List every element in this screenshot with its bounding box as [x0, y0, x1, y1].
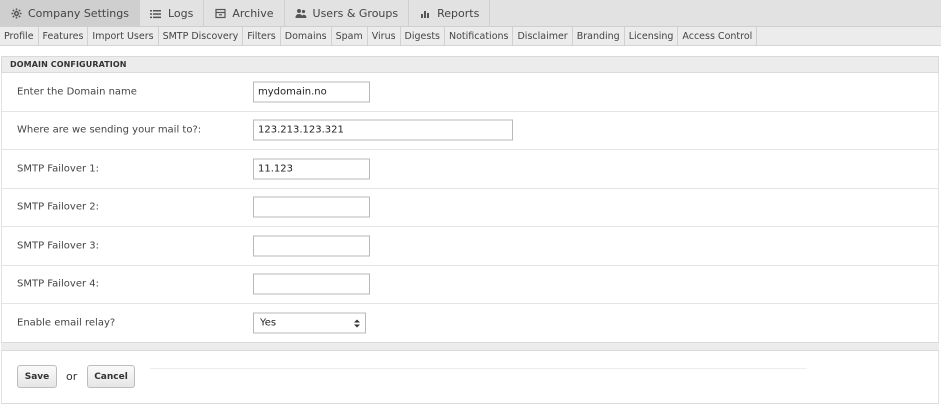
tab-users-groups[interactable]: Users & Groups [285, 0, 410, 27]
tab-label: Company Settings [28, 7, 129, 20]
top-tab-bar: Company Settings Logs Archive Users & Gr… [0, 0, 941, 27]
subnav-notifications[interactable]: Notifications [445, 27, 514, 46]
form-row: SMTP Failover 3: [2, 227, 938, 266]
subnav-domains[interactable]: Domains [281, 27, 332, 46]
domain-name-label: Enter the Domain name [17, 86, 137, 98]
divider [150, 368, 807, 369]
domain-name-input[interactable] [253, 81, 370, 103]
cancel-button[interactable]: Cancel [87, 365, 135, 388]
smtp-failover-1-label: SMTP Failover 1: [17, 163, 100, 175]
form-row: SMTP Failover 2: [2, 189, 938, 227]
tab-logs[interactable]: Logs [140, 0, 205, 27]
tab-label: Reports [437, 7, 480, 20]
email-relay-label: Enable email relay? [17, 317, 116, 329]
form-row: SMTP Failover 1: [2, 150, 938, 189]
tab-reports[interactable]: Reports [409, 0, 491, 27]
subnav-licensing[interactable]: Licensing [625, 27, 679, 46]
archive-icon [214, 8, 226, 20]
form-row: Where are we sending your mail to?: [2, 112, 938, 150]
smtp-failover-4-label: SMTP Failover 4: [17, 278, 100, 290]
destination-label: Where are we sending your mail to?: [17, 124, 202, 136]
gear-icon [10, 8, 22, 20]
subnav-import-users[interactable]: Import Users [88, 27, 159, 46]
destination-input[interactable] [253, 119, 513, 141]
subnav-features[interactable]: Features [39, 27, 89, 46]
tab-label: Users & Groups [312, 7, 399, 20]
form-row: SMTP Failover 4: [2, 266, 938, 304]
smtp-failover-4-input[interactable] [253, 273, 370, 295]
domain-config-form: Enter the Domain name Where are we sendi… [1, 73, 939, 343]
smtp-failover-3-input[interactable] [253, 235, 370, 257]
smtp-failover-1-input[interactable] [253, 158, 370, 180]
tab-label: Logs [167, 7, 194, 20]
users-icon [295, 8, 307, 20]
smtp-failover-2-input[interactable] [253, 196, 370, 218]
sub-navigation: Profile Features Import Users SMTP Disco… [0, 27, 941, 46]
tab-label: Archive [232, 7, 274, 20]
subnav-access-control[interactable]: Access Control [678, 27, 758, 46]
subnav-branding[interactable]: Branding [573, 27, 625, 46]
smtp-failover-3-label: SMTP Failover 3: [17, 240, 100, 252]
subnav-virus[interactable]: Virus [368, 27, 401, 46]
form-row: Enter the Domain name [2, 73, 938, 112]
or-text: or [66, 370, 78, 383]
subnav-smtp-discovery[interactable]: SMTP Discovery [159, 27, 244, 46]
select-arrows-icon [354, 319, 360, 329]
form-actions: Save or Cancel [1, 351, 939, 404]
form-row: Enable email relay? Yes [2, 304, 938, 343]
footer-divider [1, 342, 939, 351]
email-relay-selected: Yes [260, 317, 277, 329]
bar-chart-icon [419, 8, 431, 20]
tab-archive[interactable]: Archive [204, 0, 285, 27]
list-icon [150, 8, 162, 20]
subnav-spam[interactable]: Spam [332, 27, 368, 46]
section-title: DOMAIN CONFIGURATION [1, 56, 939, 73]
subnav-profile[interactable]: Profile [0, 27, 39, 46]
subnav-disclaimer[interactable]: Disclaimer [513, 27, 573, 46]
email-relay-select[interactable]: Yes [253, 312, 366, 334]
tab-company-settings[interactable]: Company Settings [0, 0, 140, 27]
smtp-failover-2-label: SMTP Failover 2: [17, 201, 100, 213]
subnav-digests[interactable]: Digests [401, 27, 446, 46]
save-button[interactable]: Save [17, 365, 57, 388]
subnav-filters[interactable]: Filters [243, 27, 281, 46]
